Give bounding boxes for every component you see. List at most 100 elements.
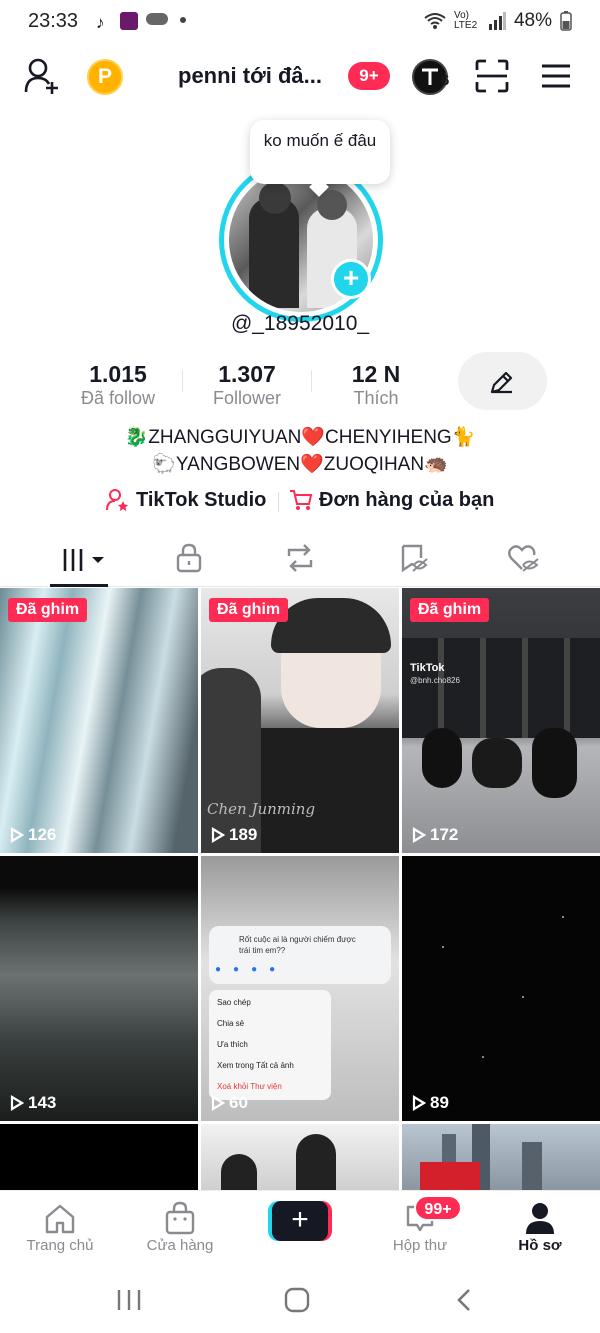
tiktok-notification-icon: ♪ bbox=[96, 13, 105, 32]
video-thumbnail[interactable]: Đã ghim 126 bbox=[0, 588, 198, 853]
play-icon bbox=[211, 1095, 225, 1111]
video-thumbnail[interactable]: 143 bbox=[0, 856, 198, 1121]
profile-icon bbox=[526, 1203, 554, 1234]
create-button[interactable]: + bbox=[268, 1201, 332, 1241]
orders-link[interactable]: Đơn hàng của bạn bbox=[289, 488, 494, 512]
video-thumbnail[interactable]: TikTok @bnh.cho826 Đã ghim 172 bbox=[402, 588, 600, 853]
view-count-value: 172 bbox=[430, 825, 459, 844]
video-overlay-text: Chen Junming bbox=[207, 800, 316, 818]
lock-icon bbox=[176, 543, 202, 573]
menu-item: Sao chép bbox=[217, 998, 251, 1007]
network-label: Vo) LTE2 bbox=[453, 10, 478, 31]
note-bubble[interactable]: ko muốn ế đâu bbox=[250, 120, 390, 184]
stat-divider bbox=[311, 370, 312, 392]
bottom-navigation: Trang chủ Cửa hàng + Hộp thư 99+ Hồ sơ bbox=[0, 1190, 600, 1268]
tab-favorites[interactable] bbox=[398, 543, 428, 578]
view-count: 126 bbox=[10, 825, 56, 845]
cloud-icon bbox=[146, 13, 168, 25]
plus-icon: + bbox=[272, 1201, 328, 1241]
nav-profile[interactable]: Hồ sơ bbox=[490, 1191, 590, 1269]
recent-apps-icon[interactable] bbox=[116, 1288, 142, 1312]
play-icon bbox=[10, 827, 24, 843]
pinned-badge: Đã ghim bbox=[410, 598, 490, 622]
menu-icon[interactable] bbox=[540, 63, 572, 94]
view-count-value: 126 bbox=[28, 825, 57, 844]
tab-reposts[interactable] bbox=[285, 543, 315, 578]
tab-videos[interactable] bbox=[50, 543, 108, 587]
shopping-bag-icon bbox=[165, 1201, 195, 1235]
menu-item: Ưa thích bbox=[217, 1040, 248, 1049]
system-navigation-bar bbox=[0, 1268, 600, 1333]
chat-message: Rốt cuộc ai là người chiếm được trái tim… bbox=[239, 935, 356, 955]
nav-home[interactable]: Trang chủ bbox=[10, 1191, 110, 1269]
content-tabs bbox=[0, 535, 600, 587]
tab-liked[interactable] bbox=[507, 543, 539, 578]
view-count: 172 bbox=[412, 825, 458, 845]
back-icon[interactable] bbox=[455, 1288, 473, 1312]
view-count-value: 60 bbox=[229, 1093, 248, 1112]
profile-name-title[interactable]: penni tới đâ... bbox=[178, 63, 338, 89]
view-count: 189 bbox=[211, 825, 257, 845]
nav-shop-label: Cửa hàng bbox=[146, 1237, 214, 1254]
app-notification-icon bbox=[120, 12, 138, 30]
view-count-value: 89 bbox=[430, 1093, 449, 1112]
stat-divider bbox=[182, 370, 183, 392]
bookmark-hidden-icon bbox=[401, 544, 428, 573]
status-bar: 23:33 ♪ Vo) LTE2 48% bbox=[0, 0, 600, 44]
battery-icon bbox=[560, 11, 572, 31]
play-icon bbox=[211, 827, 225, 843]
nav-profile-label: Hồ sơ bbox=[518, 1237, 562, 1254]
link-divider bbox=[278, 492, 279, 512]
nav-shop[interactable]: Cửa hàng bbox=[130, 1191, 230, 1269]
wifi-icon bbox=[424, 13, 446, 29]
likes-count: 12 N bbox=[351, 361, 401, 387]
followers-count: 1.307 bbox=[218, 361, 276, 387]
coin-icon[interactable]: P bbox=[87, 59, 123, 95]
brand-badge-count: 6 bbox=[441, 72, 450, 89]
view-count: 143 bbox=[10, 1093, 56, 1113]
username[interactable]: @_18952010_ bbox=[0, 312, 600, 336]
tiktok-studio-label: TikTok Studio bbox=[136, 488, 267, 511]
repost-icon bbox=[287, 544, 313, 572]
home-system-icon[interactable] bbox=[284, 1287, 310, 1313]
creator-star-icon bbox=[106, 489, 128, 511]
followers-stat[interactable]: 1.307 Follower bbox=[197, 361, 297, 409]
cart-icon bbox=[290, 490, 313, 510]
video-thumbnail[interactable]: Rốt cuộc ai là người chiếm được trái tim… bbox=[201, 856, 399, 1121]
chat-screenshot: Rốt cuộc ai là người chiếm được trái tim… bbox=[209, 926, 391, 984]
tiktok-studio-link[interactable]: TikTok Studio bbox=[106, 488, 266, 512]
battery-percent: 48% bbox=[513, 10, 552, 31]
watermark-handle: @bnh.cho826 bbox=[410, 676, 460, 685]
add-friend-icon[interactable] bbox=[24, 58, 62, 99]
home-icon bbox=[45, 1204, 75, 1234]
tiktok-watermark: TikTok bbox=[410, 662, 445, 674]
following-count: 1.015 bbox=[89, 361, 147, 387]
context-menu: Sao chép Chia sẻ Ưa thích Xem trong Tất … bbox=[209, 990, 331, 1100]
play-icon bbox=[412, 1095, 426, 1111]
video-thumbnail[interactable] bbox=[201, 1124, 399, 1190]
pencil-icon bbox=[490, 371, 513, 394]
status-time: 23:33 bbox=[28, 10, 79, 32]
video-thumbnail[interactable] bbox=[0, 1124, 198, 1190]
following-label: Đã follow bbox=[80, 388, 156, 408]
following-stat[interactable]: 1.015 Đã follow bbox=[68, 361, 168, 409]
followers-label: Follower bbox=[212, 388, 282, 408]
tab-private[interactable] bbox=[175, 543, 203, 578]
video-thumbnail[interactable]: Chen Junming Đã ghim 189 bbox=[201, 588, 399, 853]
bio-line-1: 🐉ZHANGGUIYUAN❤️CHENYIHENG🐈 bbox=[124, 427, 476, 448]
likes-label: Thích bbox=[353, 388, 399, 408]
play-icon bbox=[412, 827, 426, 843]
add-story-button[interactable]: + bbox=[331, 259, 371, 299]
view-count: 89 bbox=[412, 1093, 449, 1113]
view-count-value: 189 bbox=[229, 825, 258, 844]
app-root: 23:33 ♪ Vo) LTE2 48% P penni tới đâ... 9… bbox=[0, 0, 600, 1333]
scan-icon[interactable] bbox=[475, 59, 509, 98]
menu-item: Xem trong Tất cả ảnh bbox=[217, 1061, 294, 1070]
account-notification-badge[interactable]: 9+ bbox=[348, 62, 390, 90]
likes-stat[interactable]: 12 N Thích bbox=[326, 361, 426, 409]
video-thumbnail[interactable] bbox=[402, 1124, 600, 1190]
menu-item: Xoá khỏi Thư viện bbox=[217, 1082, 282, 1091]
video-thumbnail[interactable]: 89 bbox=[402, 856, 600, 1121]
grid-icon bbox=[63, 549, 104, 571]
edit-profile-button[interactable] bbox=[458, 352, 547, 410]
